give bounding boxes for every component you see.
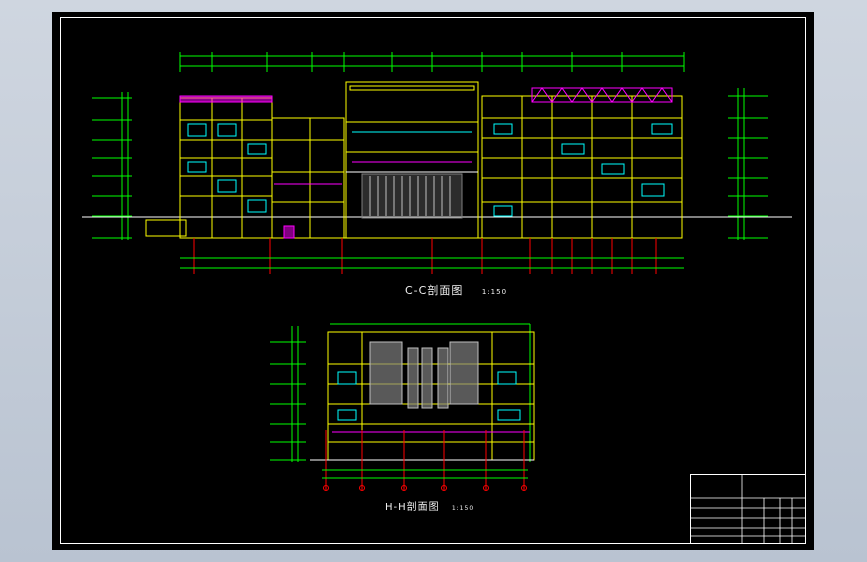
section-h-h (270, 323, 535, 491)
section-h-title: H-H剖面图 (385, 502, 440, 513)
section-c-scale: 1:150 (481, 288, 508, 296)
section-c-title: C-C剖面图 (405, 284, 464, 297)
cad-drawing (82, 52, 806, 544)
section-h-scale: 1:150 (451, 505, 475, 512)
section-c-c (82, 52, 792, 274)
section-h-caption: H-H剖面图 1:150 (385, 498, 474, 513)
cad-viewport[interactable]: C-C剖面图 1:150 H-H剖面图 1:150 (52, 12, 814, 550)
section-c-caption: C-C剖面图 1:150 (405, 282, 507, 298)
title-block (690, 474, 806, 544)
